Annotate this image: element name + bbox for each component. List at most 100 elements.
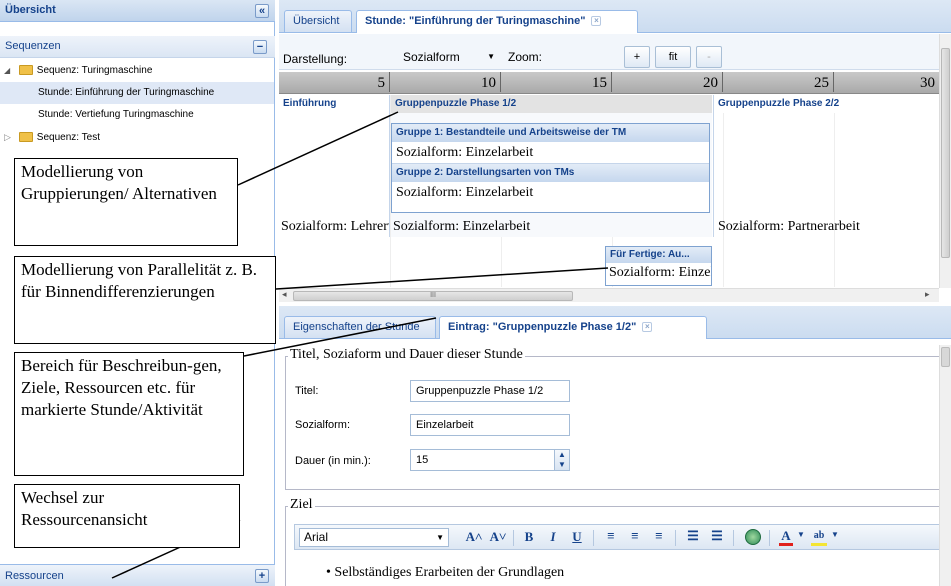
tab-entry[interactable]: Eintrag: "Gruppenpuzzle Phase 1/2" ×	[439, 316, 707, 339]
grow-font-button[interactable]: A˄	[465, 529, 483, 545]
zoom-in-button[interactable]: +	[624, 46, 650, 68]
timeline-ruler: 5 10 15 20 25 30	[279, 72, 939, 94]
sozialform-label: Sozialform:	[295, 419, 351, 431]
tree-item-lesson-intro[interactable]: Stunde: Einführung der Turingmaschine	[0, 82, 274, 104]
zoom-label: Zoom:	[508, 50, 543, 64]
sequences-toggle-button[interactable]: −	[253, 40, 267, 54]
group2-title[interactable]: Gruppe 2: Darstellungsarten von TMs	[392, 164, 709, 182]
hscroll-thumb[interactable]: III	[293, 291, 573, 301]
link-icon[interactable]	[745, 529, 761, 545]
expanded-arrow-icon[interactable]: ◢	[4, 60, 16, 82]
timeline-canvas: Einführung Sozialform: Lehrervortrag Gru…	[279, 95, 939, 287]
activity-phase2[interactable]: Gruppenpuzzle Phase 2/2 Sozialform: Part…	[713, 95, 939, 237]
font-color-button[interactable]: A	[779, 528, 793, 546]
sozialform-input[interactable]: Einzelarbeit	[410, 414, 570, 436]
duration-input[interactable]: 15	[410, 449, 555, 471]
activity-sozialform: Sozialform: Einzelarbeit	[393, 219, 531, 234]
overview-header: Übersicht «	[0, 0, 275, 22]
display-select-value: Sozialform	[403, 50, 460, 64]
group-container: Gruppe 1: Bestandteile und Arbeitsweise …	[391, 123, 710, 213]
tab-label: Übersicht	[293, 15, 340, 27]
callout-description: Bereich für Beschreibun-gen, Ziele, Ress…	[14, 352, 244, 476]
highlight-button[interactable]: ab	[811, 528, 827, 546]
resources-footer[interactable]: Ressourcen +	[0, 564, 275, 586]
callout-parallel: Modellierung von Parallelität z. B. für …	[14, 256, 276, 344]
timeline-vscrollbar[interactable]	[939, 34, 951, 288]
ruler-tick: 25	[723, 72, 834, 92]
activity-einfuehrung[interactable]: Einführung Sozialform: Lehrervortrag	[279, 95, 390, 237]
goal-text-area[interactable]: • Selbständiges Erarbeiten der Grundlage…	[326, 565, 564, 581]
duration-spinner[interactable]: ▲ ▼	[554, 449, 570, 471]
tab-label: Stunde: "Einführung der Turingmaschine"	[365, 15, 586, 27]
resources-label: Ressourcen	[5, 570, 64, 582]
dropdown-arrow-icon[interactable]: ▼	[797, 530, 805, 539]
collapsed-arrow-icon[interactable]: ▷	[4, 126, 16, 148]
close-tab-icon[interactable]: ×	[591, 16, 602, 27]
display-label: Darstellung:	[283, 52, 348, 66]
spin-down-icon[interactable]: ▼	[558, 460, 566, 469]
duration-label: Dauer (in min.):	[295, 455, 371, 467]
tree-item-label: Stunde: Vertiefung Turingmaschine	[38, 109, 194, 120]
resources-expand-button[interactable]: +	[255, 569, 269, 583]
underline-button[interactable]: U	[569, 529, 585, 545]
tab-label: Eintrag: "Gruppenpuzzle Phase 1/2"	[448, 321, 637, 333]
zoom-fit-button[interactable]: fit	[655, 46, 691, 68]
activity-title: Gruppenpuzzle Phase 2/2	[714, 95, 939, 113]
tab-overview[interactable]: Übersicht	[284, 10, 352, 32]
align-center-icon[interactable]: ≡	[627, 528, 643, 544]
toolbar-separator	[513, 530, 514, 546]
activity-sozialform: Sozialform: Einzelarbeit	[609, 265, 711, 280]
zoom-out-button[interactable]: -	[696, 46, 722, 68]
close-tab-icon[interactable]: ×	[642, 322, 653, 333]
vscroll-thumb[interactable]	[941, 48, 950, 258]
folder-icon	[18, 65, 33, 76]
scroll-left-icon[interactable]: ◂	[282, 289, 287, 300]
toolbar-separator	[593, 530, 594, 546]
vscroll-thumb[interactable]	[941, 347, 950, 367]
timeline-hscrollbar[interactable]: ◂ III ▸	[279, 288, 939, 302]
collapse-panel-button[interactable]: «	[255, 4, 269, 18]
ruler-tick: 30	[920, 75, 935, 91]
editor-vscrollbar[interactable]	[939, 345, 951, 586]
display-select[interactable]: Sozialform ▼	[397, 46, 503, 68]
tab-lesson-properties[interactable]: Eigenschaften der Stunde	[284, 316, 436, 338]
tab-lesson[interactable]: Stunde: "Einführung der Turingmaschine" ×	[356, 10, 638, 33]
tree-item-lesson-deepening[interactable]: Stunde: Vertiefung Turingmaschine	[0, 104, 274, 126]
bottom-tabstrip: Eigenschaften der Stunde Eintrag: "Grupp…	[279, 306, 951, 339]
activity-sozialform: Sozialform: Lehrervortrag	[281, 219, 389, 234]
tree-item-label: Stunde: Einführung der Turingmaschine	[38, 87, 215, 98]
goal-fieldset: Ziel Arial ▼ A˄ A˅ B I U ≡ ≡ ≡ ☰ ☰ A ▼ a	[285, 497, 951, 586]
italic-button[interactable]: I	[545, 529, 561, 545]
group1-title[interactable]: Gruppe 1: Bestandteile und Arbeitsweise …	[392, 124, 709, 142]
tree-item-label: Sequenz: Test	[36, 132, 100, 143]
bullet-list-icon[interactable]: ☰	[709, 528, 725, 544]
toolbar-separator	[733, 530, 734, 546]
spin-up-icon[interactable]: ▲	[558, 450, 566, 459]
activity-phase1[interactable]: Gruppenpuzzle Phase 1/2 Gruppe 1: Bestan…	[391, 95, 712, 237]
tab-label: Eigenschaften der Stunde	[293, 321, 420, 333]
tree-item-sequence-turing[interactable]: ◢ Sequenz: Turingmaschine	[0, 60, 274, 82]
align-right-icon[interactable]: ≡	[651, 528, 667, 544]
tree-item-label: Sequenz: Turingmaschine	[36, 65, 153, 76]
align-left-icon[interactable]: ≡	[603, 528, 619, 544]
activity-fertige[interactable]: Für Fertige: Au... Sozialform: Einzelarb…	[605, 246, 712, 286]
dropdown-arrow-icon: ▼	[436, 533, 444, 542]
sequences-header[interactable]: Sequenzen −	[0, 36, 275, 58]
top-tabstrip: Übersicht Stunde: "Einführung der Turing…	[279, 0, 951, 33]
scroll-right-icon[interactable]: ▸	[925, 289, 930, 300]
font-select[interactable]: Arial ▼	[299, 528, 449, 547]
activity-title: Gruppenpuzzle Phase 1/2	[391, 95, 712, 113]
tree-item-sequence-test[interactable]: ▷ Sequenz: Test	[0, 126, 274, 148]
dropdown-arrow-icon[interactable]: ▼	[831, 530, 839, 539]
ordered-list-icon[interactable]: ☰	[685, 528, 701, 544]
bold-button[interactable]: B	[521, 529, 537, 545]
activity-title: Einführung	[279, 95, 389, 113]
title-input[interactable]: Gruppenpuzzle Phase 1/2	[410, 380, 570, 402]
title-label: Titel:	[295, 385, 319, 397]
ruler-tick: 15	[501, 72, 612, 92]
folder-icon	[18, 132, 33, 143]
shrink-font-button[interactable]: A˅	[489, 529, 507, 545]
fieldset-legend: Titel, Soziaform und Dauer dieser Stunde	[288, 347, 525, 363]
editor-toolbar: Arial ▼ A˄ A˅ B I U ≡ ≡ ≡ ☰ ☰ A ▼ ab ▼	[294, 524, 951, 550]
fieldset-legend: Ziel	[288, 497, 315, 513]
